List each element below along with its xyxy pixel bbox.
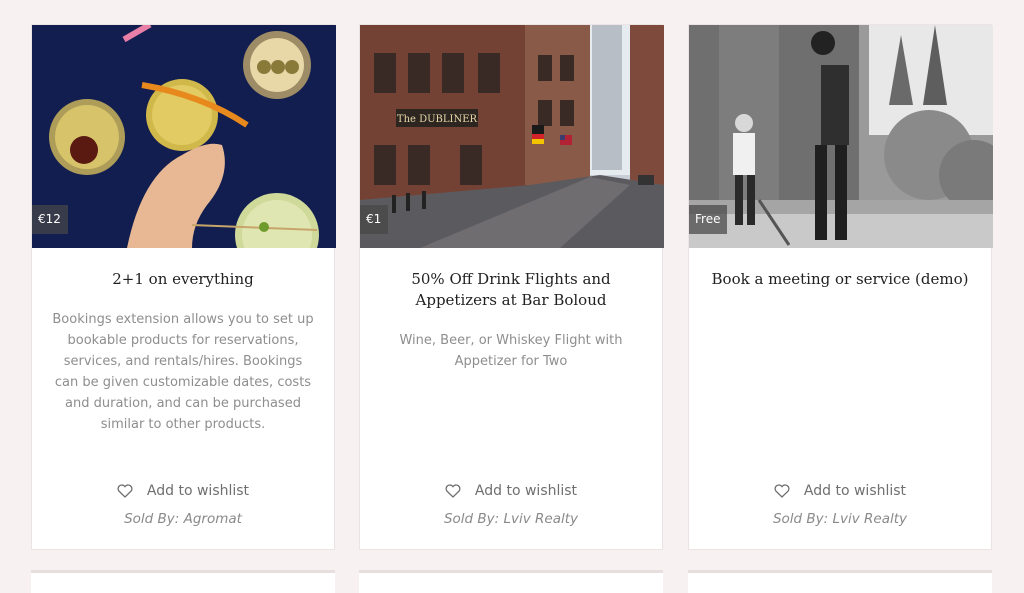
sold-by-vendor[interactable]: Sold By: Lviv Realty bbox=[689, 511, 991, 527]
heart-icon bbox=[117, 484, 133, 498]
sold-by-vendor[interactable]: Sold By: Lviv Realty bbox=[360, 511, 662, 527]
wishlist-label: Add to wishlist bbox=[146, 483, 250, 499]
product-card[interactable]: The DUBLINER €1 50% Off Drink Flights an… bbox=[359, 24, 664, 550]
product-image[interactable]: The DUBLINER €1 bbox=[360, 25, 664, 248]
add-to-wishlist-button[interactable]: Add to wishlist bbox=[360, 483, 662, 499]
next-row-card bbox=[359, 570, 663, 593]
wishlist-label: Add to wishlist bbox=[803, 483, 907, 499]
wishlist-label: Add to wishlist bbox=[474, 483, 578, 499]
add-to-wishlist-button[interactable]: Add to wishlist bbox=[32, 483, 334, 499]
street-photo: The DUBLINER bbox=[360, 25, 664, 248]
heart-icon bbox=[774, 484, 790, 498]
product-image[interactable]: €12 bbox=[32, 25, 336, 248]
price-badge: €12 bbox=[32, 205, 68, 234]
add-to-wishlist-button[interactable]: Add to wishlist bbox=[689, 483, 991, 499]
next-row-card bbox=[688, 570, 992, 593]
product-card[interactable]: Free Book a meeting or service (demo) Ad… bbox=[688, 24, 993, 550]
cocktails-photo bbox=[32, 25, 336, 248]
price-badge: €1 bbox=[360, 205, 389, 234]
sold-by-vendor[interactable]: Sold By: Agromat bbox=[32, 511, 334, 527]
product-card[interactable]: €12 2+1 on everything Bookings extension… bbox=[31, 24, 336, 550]
product-title[interactable]: 2+1 on everything bbox=[48, 269, 318, 290]
heart-icon bbox=[445, 484, 461, 498]
product-title[interactable]: Book a meeting or service (demo) bbox=[705, 269, 975, 290]
next-row-card bbox=[31, 570, 335, 593]
product-description: Wine, Beer, or Whiskey Flight with Appet… bbox=[399, 333, 623, 369]
pub-sign: The DUBLINER bbox=[397, 114, 478, 125]
skateboarders-photo bbox=[689, 25, 993, 248]
price-badge: Free bbox=[689, 205, 728, 234]
product-description: Bookings extension allows you to set up … bbox=[52, 312, 314, 432]
product-image[interactable]: Free bbox=[689, 25, 993, 248]
product-title[interactable]: 50% Off Drink Flights and Appetizers at … bbox=[376, 269, 646, 311]
